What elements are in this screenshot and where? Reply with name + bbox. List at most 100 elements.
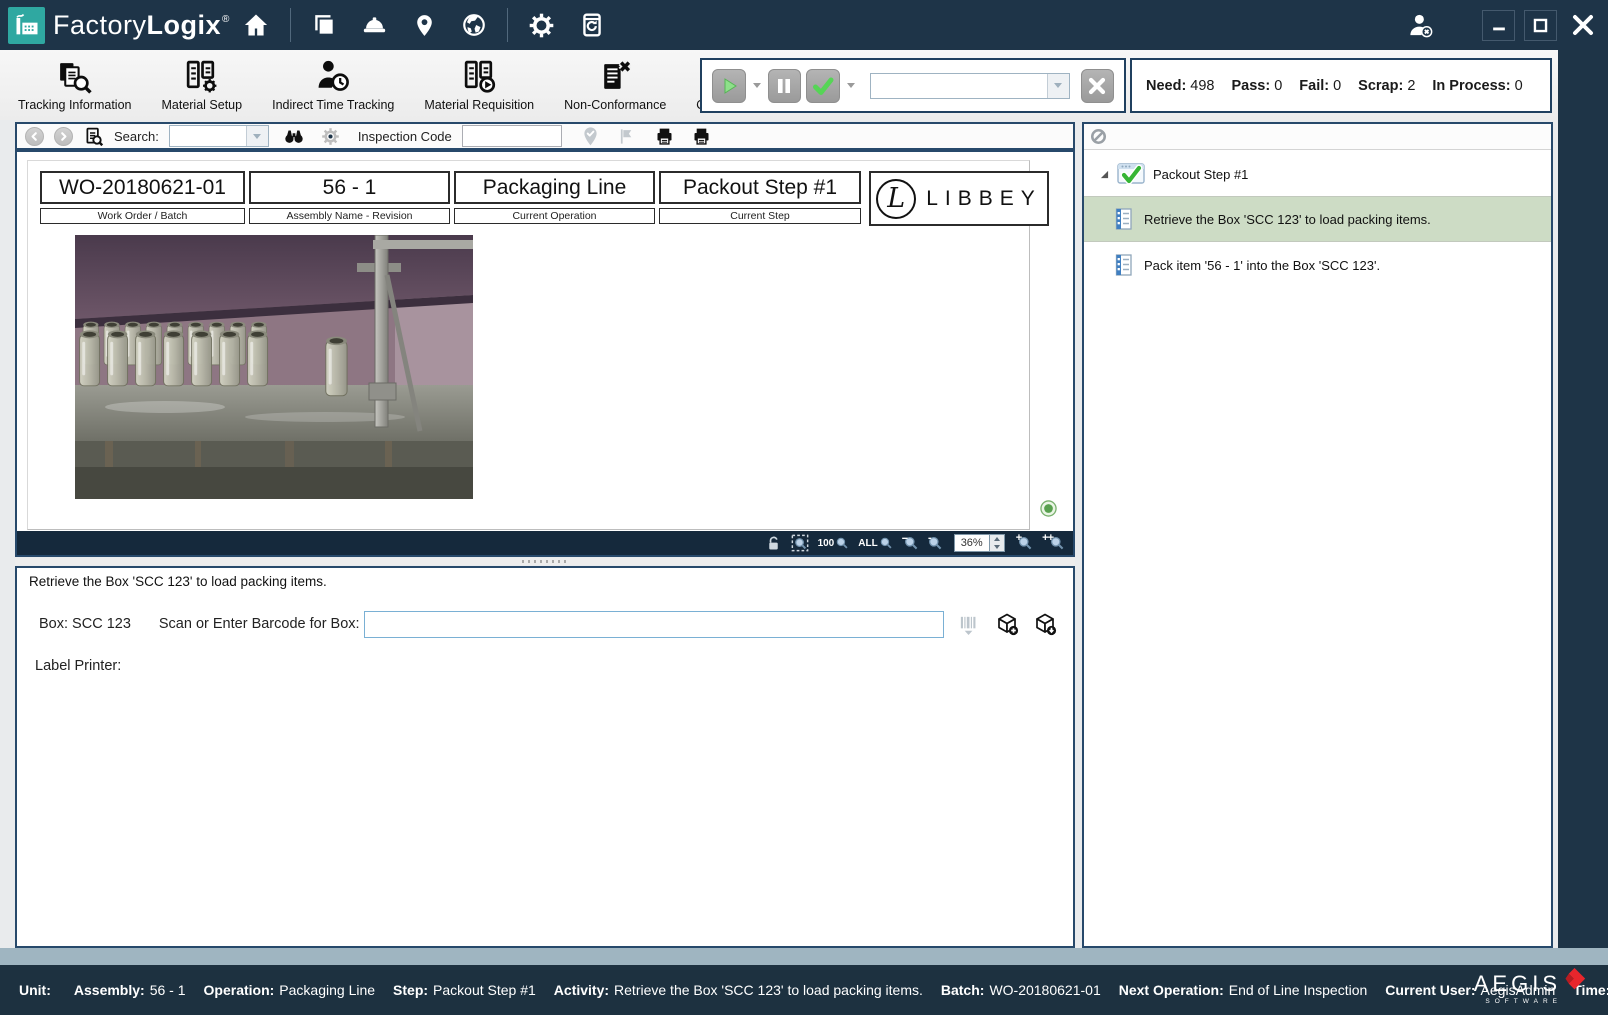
status-activity: Activity:Retrieve the Box 'SCC 123' to l… bbox=[554, 982, 923, 998]
non-conformance-label: Non-Conformance bbox=[564, 98, 666, 112]
maximize-button[interactable] bbox=[1524, 10, 1557, 41]
indirect-time-tracking-label: Indirect Time Tracking bbox=[272, 98, 394, 112]
steps-panel: Packout Step #1 Retrieve the Box 'SCC 12… bbox=[1082, 122, 1553, 948]
status-unit: Unit: bbox=[19, 982, 56, 998]
assembly-value: 56 - 1 bbox=[249, 171, 450, 204]
auto-fit-button[interactable] bbox=[1040, 500, 1057, 517]
print-preview-button[interactable] bbox=[691, 126, 712, 147]
operation-label: Current Operation bbox=[454, 208, 655, 224]
search-settings-button[interactable] bbox=[321, 127, 340, 146]
zoom-all-button[interactable]: ALL bbox=[858, 536, 892, 550]
zoom-spin-up[interactable] bbox=[990, 535, 1004, 543]
defect-flag-button[interactable] bbox=[617, 127, 636, 146]
zoom-in-max-button[interactable]: ++ bbox=[1042, 535, 1065, 551]
production-button[interactable] bbox=[349, 0, 400, 50]
tracking-information-button[interactable]: Tracking Information bbox=[18, 58, 131, 112]
window-bottom-band bbox=[0, 948, 1608, 965]
splitter-grip bbox=[522, 560, 568, 563]
settings-button[interactable] bbox=[516, 0, 567, 50]
search-label: Search: bbox=[114, 129, 159, 144]
unit-combobox[interactable] bbox=[870, 73, 1070, 99]
start-dropdown-caret[interactable] bbox=[753, 83, 761, 88]
scan-label: Scan or Enter Barcode for Box: bbox=[159, 616, 360, 632]
zoom-spin-down[interactable] bbox=[990, 543, 1004, 551]
app-title: FactoryLogix® bbox=[53, 10, 230, 41]
cancel-button[interactable] bbox=[1081, 69, 1115, 103]
back-button[interactable] bbox=[25, 127, 44, 146]
chevron-right-icon bbox=[57, 130, 70, 143]
location-check-button[interactable] bbox=[580, 126, 601, 147]
web-button[interactable] bbox=[449, 0, 499, 50]
inspection-code-input[interactable] bbox=[462, 125, 562, 147]
new-box-button[interactable] bbox=[995, 612, 1019, 636]
close-icon bbox=[1571, 13, 1595, 37]
minimize-icon bbox=[1489, 15, 1509, 35]
aegis-logo: AEGIS SOFTWARE bbox=[1474, 971, 1586, 1005]
libbey-monogram: L bbox=[876, 179, 916, 219]
barcode-row: Box: SCC 123 Scan or Enter Barcode for B… bbox=[17, 610, 1073, 638]
tree-item-pack-item[interactable]: Pack item '56 - 1' into the Box 'SCC 123… bbox=[1084, 242, 1551, 288]
forward-button[interactable] bbox=[54, 127, 73, 146]
unit-combobox-arrow[interactable] bbox=[1047, 74, 1069, 98]
material-requisition-button[interactable]: Material Requisition bbox=[424, 58, 534, 112]
assembly-label: Assembly Name - Revision bbox=[249, 208, 450, 224]
status-step: Step:Packout Step #1 bbox=[393, 982, 536, 998]
start-button[interactable] bbox=[712, 69, 746, 103]
tree-item-label: Pack item '56 - 1' into the Box 'SCC 123… bbox=[1144, 258, 1380, 273]
status-batch: Batch:WO-20180621-01 bbox=[941, 982, 1101, 998]
logout-user-button[interactable] bbox=[1395, 0, 1446, 50]
tree-item-retrieve-box[interactable]: Retrieve the Box 'SCC 123' to load packi… bbox=[1084, 196, 1551, 242]
activity-doc-icon bbox=[1114, 207, 1134, 231]
zoom-toolbar: 100 ALL -- - 36% + ++ bbox=[17, 531, 1073, 555]
search-combobox-arrow[interactable] bbox=[246, 126, 268, 146]
globe-icon bbox=[461, 12, 487, 38]
complete-button[interactable] bbox=[806, 69, 840, 103]
home-button[interactable] bbox=[230, 0, 282, 50]
location-button[interactable] bbox=[400, 0, 449, 50]
green-dot-icon bbox=[1040, 500, 1057, 517]
material-requisition-icon bbox=[461, 58, 498, 95]
unlock-icon bbox=[765, 535, 782, 552]
barcode-input[interactable] bbox=[364, 611, 944, 638]
zoom-level-spinner[interactable]: 36% bbox=[954, 534, 1005, 552]
horizontal-splitter[interactable] bbox=[15, 558, 1075, 565]
maximize-icon bbox=[1531, 16, 1550, 35]
libbey-logo: L LIBBEY bbox=[869, 171, 1049, 226]
chevron-left-icon bbox=[28, 130, 41, 143]
activity-title: Retrieve the Box 'SCC 123' to load packi… bbox=[29, 574, 327, 589]
close-box-button[interactable] bbox=[1033, 612, 1057, 636]
zoom-100-button[interactable]: 100 bbox=[818, 536, 850, 550]
steps-tree: Packout Step #1 Retrieve the Box 'SCC 12… bbox=[1084, 150, 1551, 288]
material-setup-icon bbox=[183, 58, 220, 95]
app-title-bold: Logix bbox=[147, 10, 222, 41]
unlock-zoom-button[interactable] bbox=[765, 535, 782, 552]
zoom-in-button[interactable]: + bbox=[1016, 535, 1033, 551]
zoom-out-button[interactable]: - bbox=[928, 535, 943, 551]
complete-dropdown-caret[interactable] bbox=[847, 83, 855, 88]
expander-icon[interactable] bbox=[1100, 170, 1109, 179]
marquee-zoom-icon bbox=[791, 534, 809, 552]
sync-device-button[interactable] bbox=[567, 0, 617, 50]
pause-button[interactable] bbox=[768, 69, 802, 103]
search-combobox[interactable] bbox=[169, 125, 269, 147]
production-line-photo bbox=[75, 235, 473, 499]
material-setup-button[interactable]: Material Setup bbox=[161, 58, 242, 112]
indirect-time-tracking-button[interactable]: Indirect Time Tracking bbox=[272, 58, 394, 112]
find-button[interactable] bbox=[283, 125, 305, 147]
material-requisition-label: Material Requisition bbox=[424, 98, 534, 112]
stat-scrap: Scrap:2 bbox=[1358, 78, 1415, 94]
marquee-zoom-button[interactable] bbox=[791, 534, 809, 552]
steps-panel-header bbox=[1084, 124, 1551, 150]
non-conformance-button[interactable]: Non-Conformance bbox=[564, 58, 666, 112]
minimize-button[interactable] bbox=[1482, 10, 1515, 41]
document-search-button[interactable] bbox=[83, 126, 104, 147]
zoom-out-max-button[interactable]: -- bbox=[902, 535, 919, 551]
documents-button[interactable] bbox=[299, 0, 349, 50]
tree-node-packout-step[interactable]: Packout Step #1 bbox=[1084, 150, 1551, 196]
document-page: WO-20180621-01 Work Order / Batch 56 - 1… bbox=[27, 160, 1030, 530]
print-button[interactable] bbox=[654, 126, 675, 147]
printer-icon bbox=[691, 126, 712, 147]
close-button[interactable] bbox=[1566, 10, 1599, 41]
status-operation: Operation:Packaging Line bbox=[204, 982, 376, 998]
gear-icon bbox=[321, 127, 340, 146]
